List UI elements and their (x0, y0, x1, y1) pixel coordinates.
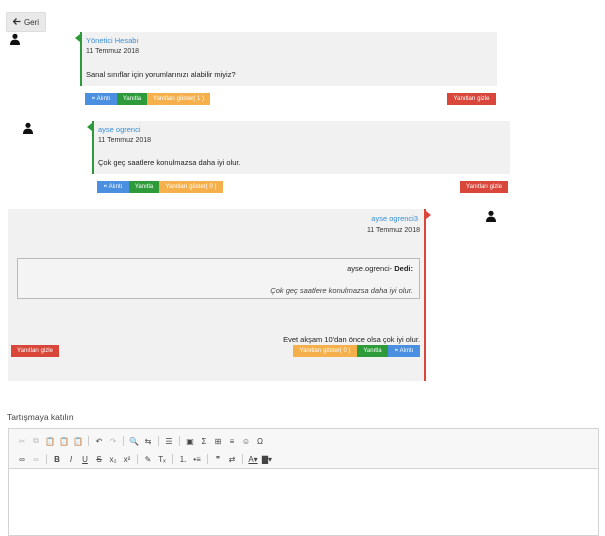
back-button[interactable]: Geri (6, 12, 46, 32)
quoted-message: ayse.ogrenci- Dedi: Çok geç saatlere kon… (17, 258, 420, 299)
toolbar-separator (158, 436, 159, 446)
copy-icon[interactable]: ⧉ (29, 434, 43, 448)
copy-format-icon[interactable]: ✎ (141, 452, 155, 466)
special-char-icon[interactable]: Ω (253, 434, 267, 448)
find-icon[interactable]: 🔍 (127, 434, 141, 448)
show-replies-button[interactable]: Yanıtları göster( 0 ) (159, 181, 223, 193)
comment-actions: ❝ Alıntı Yanıtla Yanıtları göster( 0 ) (97, 181, 223, 193)
numbered-list-icon[interactable]: ⒈ (176, 452, 190, 466)
quote-button[interactable]: ❝ Alıntı (388, 345, 420, 357)
paste-icon[interactable]: 📋 (43, 434, 57, 448)
comment-pointer (426, 211, 431, 219)
blockquote-icon[interactable]: ❞ (211, 452, 225, 466)
comment-actions: ❝ Alıntı Yanıtla Yanıtları göster( 1 ) (85, 93, 210, 105)
comment-actions: Yanıtları göster( 0 ) Yanıtla ❝ Alıntı (293, 345, 420, 357)
toolbar-row-1: ✂ ⧉ 📋 📋 📋 ↶ ↷ 🔍 ⇆ ☰ ▣ Σ ⊞ ≡ ☺ Ω (15, 434, 267, 448)
quote-author: ayse.ogrenci- (347, 264, 393, 273)
superscript-icon[interactable]: x² (120, 452, 134, 466)
editor-content-area[interactable] (9, 469, 598, 535)
background-color-icon[interactable]: ▇▾ (260, 452, 274, 466)
show-replies-button[interactable]: Yanıtları göster( 1 ) (147, 93, 210, 105)
cut-icon[interactable]: ✂ (15, 434, 29, 448)
hide-replies-button[interactable]: Yanıtları gizle (460, 181, 508, 193)
comment-author[interactable]: Yönetici Hesabı (86, 36, 139, 45)
link-icon[interactable]: ∞ (15, 452, 29, 466)
back-button-label: Geri (23, 17, 40, 27)
toolbar-separator (242, 454, 243, 464)
toolbar-separator (137, 454, 138, 464)
horizontal-line-icon[interactable]: ≡ (225, 434, 239, 448)
sum-icon[interactable]: Σ (197, 434, 211, 448)
editor-toolbar: ✂ ⧉ 📋 📋 📋 ↶ ↷ 🔍 ⇆ ☰ ▣ Σ ⊞ ≡ ☺ Ω ∞ ∞ B I … (9, 429, 598, 469)
quote-button[interactable]: ❝ Alıntı (85, 93, 117, 105)
comment-card: ayse ogrenci 11 Temmuz 2018 Çok geç saat… (92, 121, 510, 174)
language-icon[interactable]: ⇄ (225, 452, 239, 466)
image-icon[interactable]: ▣ (183, 434, 197, 448)
rich-text-editor: ✂ ⧉ 📋 📋 📋 ↶ ↷ 🔍 ⇆ ☰ ▣ Σ ⊞ ≡ ☺ Ω ∞ ∞ B I … (8, 428, 599, 536)
italic-icon[interactable]: I (64, 452, 78, 466)
comment-date: 11 Temmuz 2018 (366, 227, 420, 234)
toolbar-row-2: ∞ ∞ B I U S x₂ x² ✎ Tₓ ⒈ •≡ ❞ ⇄ A▾ ▇▾ (15, 452, 274, 466)
quote-text: Çok geç saatlere konulmazsa daha iyi olu… (270, 286, 413, 295)
toolbar-separator (88, 436, 89, 446)
paste-text-icon[interactable]: 📋 (57, 434, 71, 448)
quote-said: Dedi: (394, 264, 413, 273)
user-avatar-icon (22, 122, 34, 134)
format-icon[interactable]: ☰ (162, 434, 176, 448)
underline-icon[interactable]: U (78, 452, 92, 466)
comment-date: 11 Temmuz 2018 (98, 137, 152, 144)
comment-card: ayse ogrenci3 11 Temmuz 2018 ayse.ogrenc… (8, 209, 426, 381)
undo-icon[interactable]: ↶ (92, 434, 106, 448)
toolbar-separator (207, 454, 208, 464)
strikethrough-icon[interactable]: S (92, 452, 106, 466)
show-replies-button[interactable]: Yanıtları göster( 0 ) (293, 345, 357, 357)
remove-format-icon[interactable]: Tₓ (155, 452, 169, 466)
comment-text: Sanal sınıflar için yorumlarınızı alabil… (86, 70, 236, 79)
quote-header: ayse.ogrenci- Dedi: (347, 264, 413, 273)
join-discussion-title: Tartışmaya katılın (7, 412, 74, 422)
reply-button[interactable]: Yanıtla (357, 345, 388, 357)
hide-replies-button[interactable]: Yanıtları gizle (447, 93, 496, 105)
comment-text: Evet akşam 10'dan önce olsa çok iyi olur… (283, 335, 420, 344)
replace-icon[interactable]: ⇆ (141, 434, 155, 448)
toolbar-separator (172, 454, 173, 464)
comment-card: Yönetici Hesabı 11 Temmuz 2018 Sanal sın… (80, 32, 497, 86)
comment-date: 11 Temmuz 2018 (86, 48, 140, 55)
reply-button[interactable]: Yanıtla (117, 93, 147, 105)
hide-replies-button[interactable]: Yanıtları gizle (11, 345, 59, 357)
arrow-left-icon (12, 17, 21, 27)
table-icon[interactable]: ⊞ (211, 434, 225, 448)
toolbar-separator (179, 436, 180, 446)
redo-icon[interactable]: ↷ (106, 434, 120, 448)
comment-author[interactable]: ayse ogrenci3 (371, 214, 418, 223)
user-avatar-icon (9, 33, 21, 45)
subscript-icon[interactable]: x₂ (106, 452, 120, 466)
toolbar-separator (123, 436, 124, 446)
smiley-icon[interactable]: ☺ (239, 434, 253, 448)
comment-author[interactable]: ayse ogrenci (98, 125, 141, 134)
bulleted-list-icon[interactable]: •≡ (190, 452, 204, 466)
user-avatar-icon (485, 210, 497, 222)
reply-button[interactable]: Yanıtla (129, 181, 159, 193)
text-color-icon[interactable]: A▾ (246, 452, 260, 466)
toolbar-separator (46, 454, 47, 464)
quote-button[interactable]: ❝ Alıntı (97, 181, 129, 193)
paste-word-icon[interactable]: 📋 (71, 434, 85, 448)
unlink-icon[interactable]: ∞ (29, 452, 43, 466)
bold-icon[interactable]: B (50, 452, 64, 466)
comment-text: Çok geç saatlere konulmazsa daha iyi olu… (98, 158, 241, 167)
